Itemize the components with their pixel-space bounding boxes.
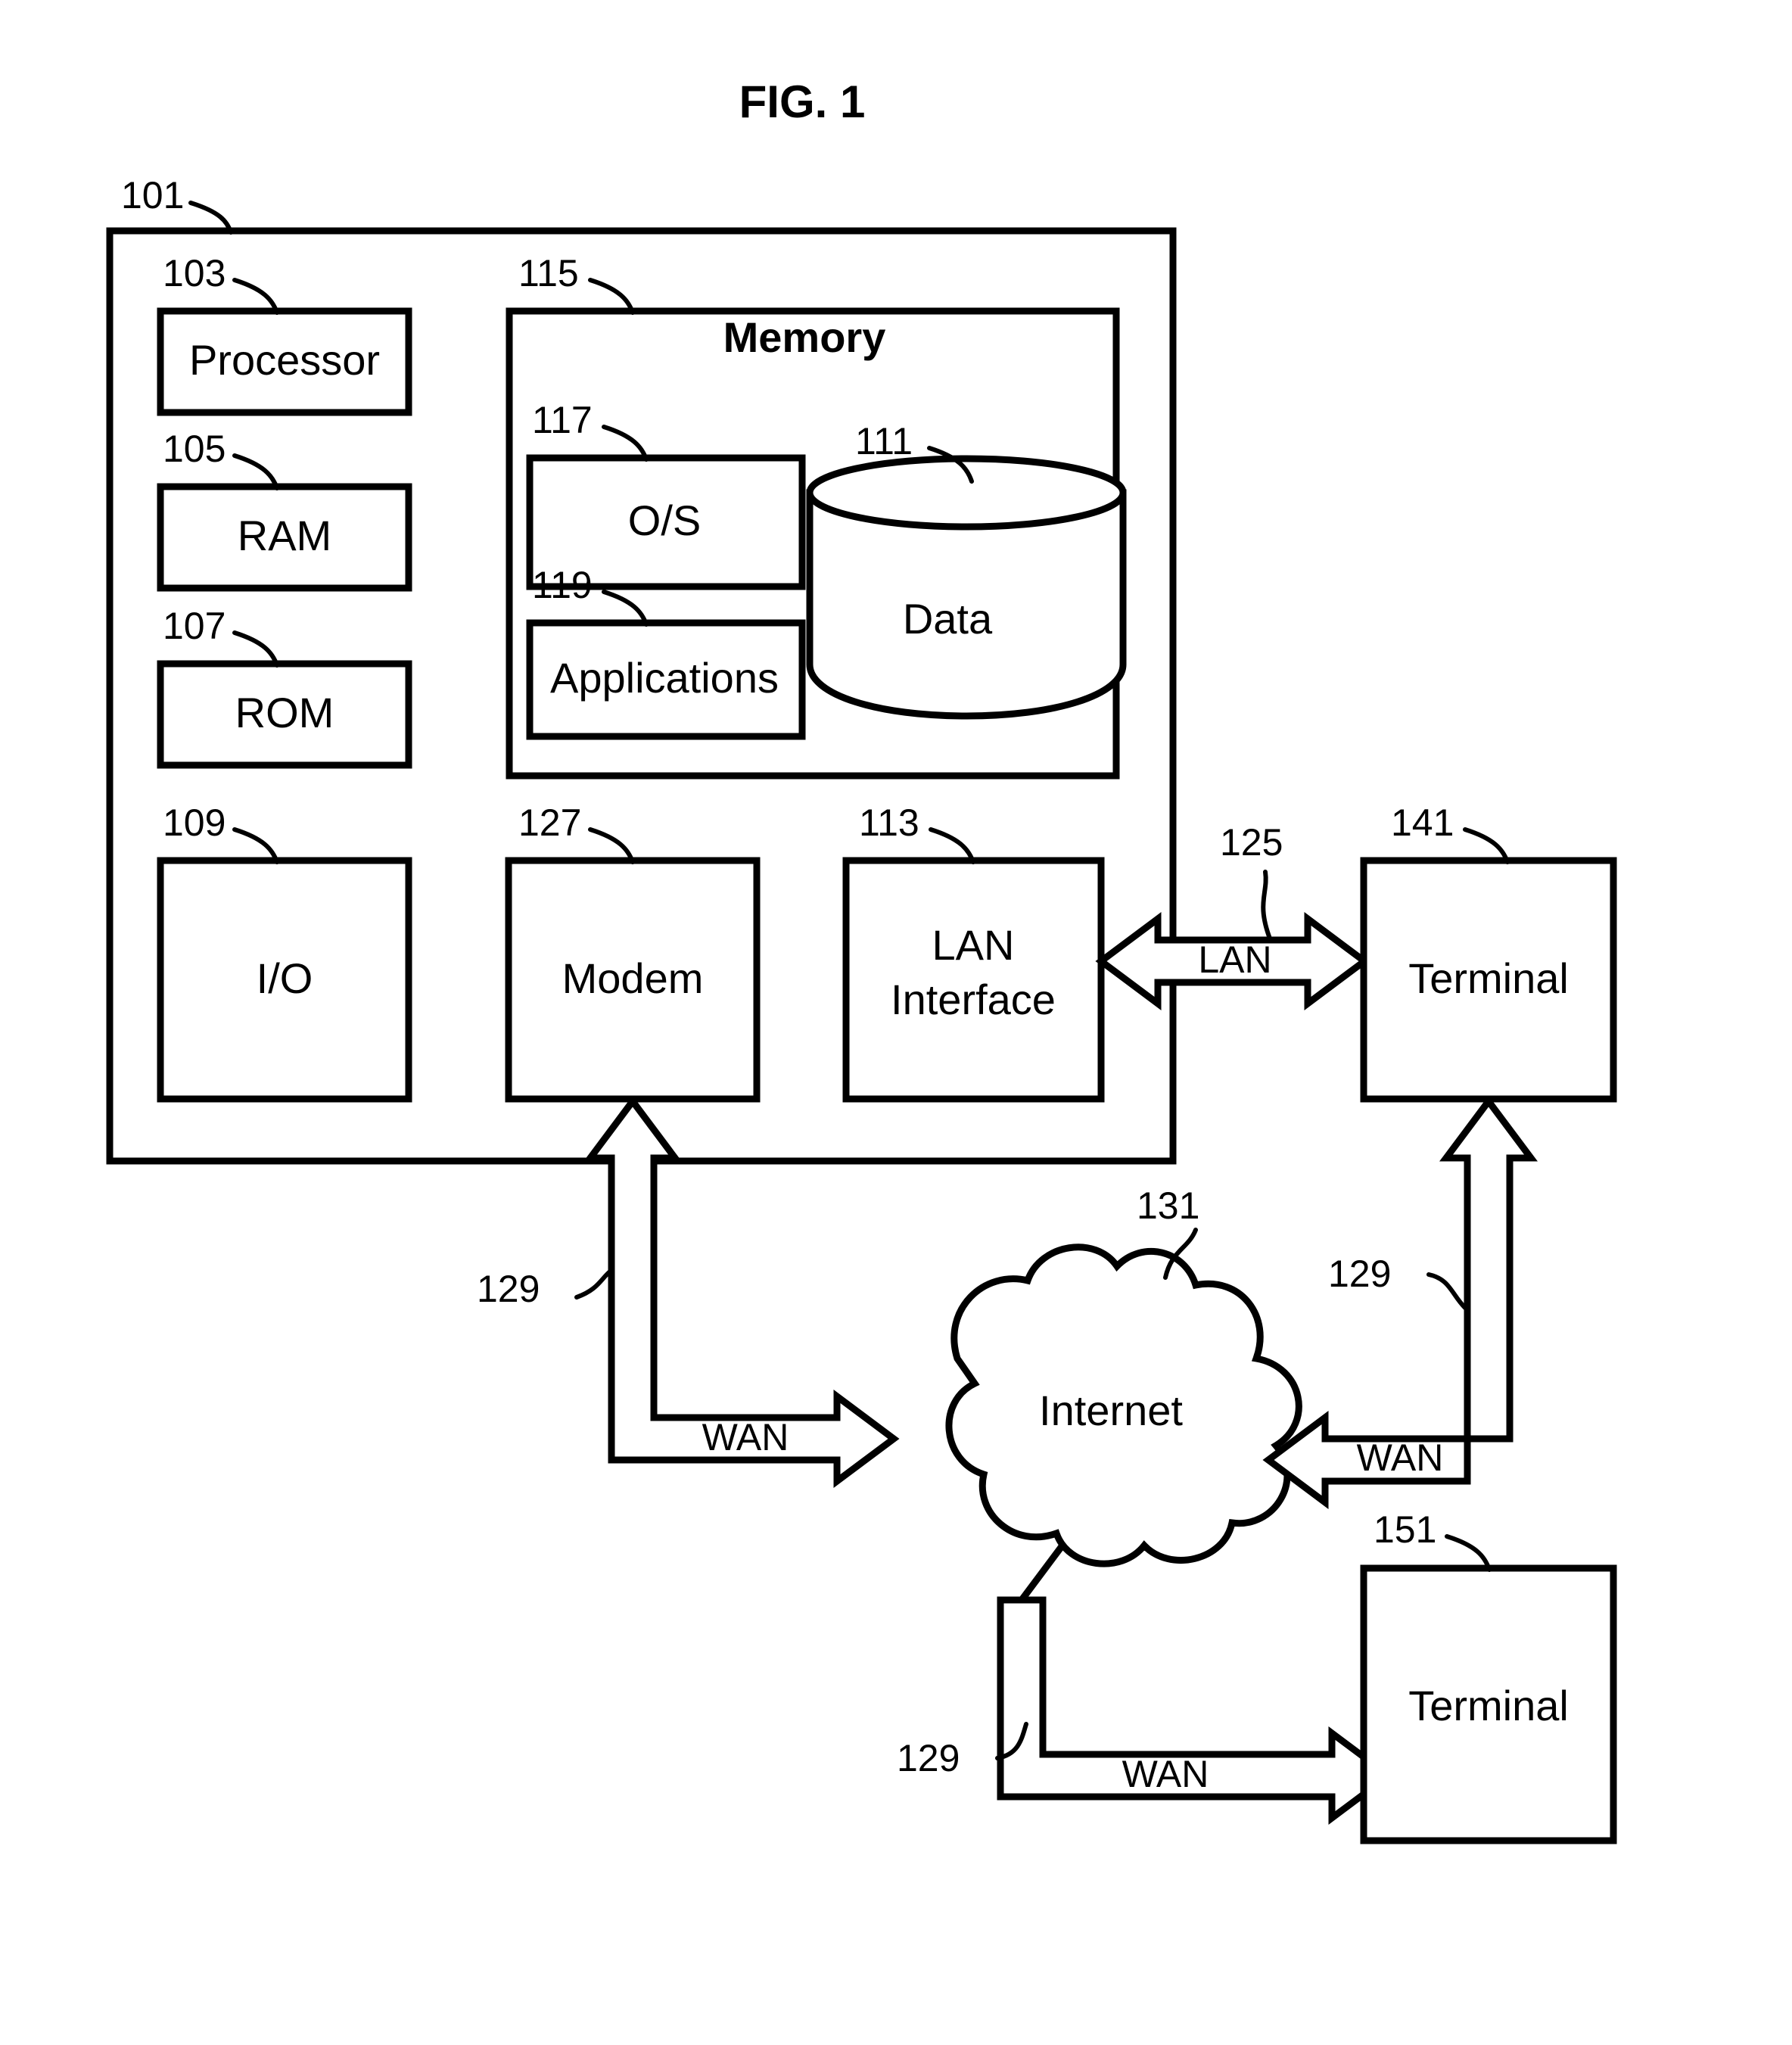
leader-129-terminal141	[1426, 1272, 1467, 1310]
data-label: Data	[903, 595, 993, 643]
leader-129-modem	[574, 1269, 612, 1300]
ref-107: 107	[163, 605, 226, 647]
ref-111: 111	[855, 420, 913, 462]
ram-label: RAM	[238, 512, 331, 559]
ref-115: 115	[518, 252, 579, 294]
ref-117: 117	[532, 399, 593, 441]
ref-129-modem: 129	[477, 1268, 540, 1310]
ref-103: 103	[163, 252, 226, 294]
ref-141: 141	[1391, 802, 1454, 844]
ref-129-terminal151: 129	[897, 1737, 960, 1779]
wan-modem-label: WAN	[702, 1416, 789, 1458]
os-label: O/S	[628, 496, 701, 544]
processor-label: Processor	[189, 336, 380, 384]
figure-canvas: FIG. 1 101 Processor 103 RAM 105 ROM 107…	[106, 76, 1617, 1844]
lan-link-label: LAN	[1198, 938, 1271, 981]
lan-interface-label-line1: LAN	[932, 921, 1015, 969]
ref-125: 125	[1220, 821, 1283, 864]
ref-127: 127	[518, 802, 581, 844]
io-label: I/O	[257, 954, 313, 1002]
modem-label: Modem	[562, 954, 704, 1002]
data-cylinder	[806, 455, 1127, 720]
ref-109: 109	[163, 802, 226, 844]
memory-label: Memory	[723, 313, 886, 361]
ref-101: 101	[121, 174, 184, 216]
ref-151: 151	[1374, 1508, 1436, 1551]
wan-terminal141-label: WAN	[1357, 1436, 1444, 1479]
wan-terminal151-label: WAN	[1122, 1753, 1209, 1795]
internet-label: Internet	[1039, 1387, 1183, 1434]
leader-125	[1261, 870, 1272, 941]
leader-151	[1445, 1534, 1492, 1572]
ref-119: 119	[532, 564, 593, 606]
ref-131: 131	[1137, 1184, 1199, 1227]
terminal-151-label: Terminal	[1408, 1682, 1569, 1729]
rom-label: ROM	[235, 689, 334, 736]
ref-105: 105	[163, 428, 226, 470]
figure-title: FIG. 1	[739, 76, 866, 127]
ref-113: 113	[859, 802, 919, 844]
applications-label: Applications	[550, 654, 779, 702]
terminal-141-label: Terminal	[1408, 954, 1569, 1002]
ref-129-terminal141: 129	[1328, 1253, 1391, 1295]
patent-figure-1: FIG. 1 101 Processor 103 RAM 105 ROM 107…	[0, 0, 1792, 2045]
lan-interface-label-line2: Interface	[891, 976, 1056, 1023]
